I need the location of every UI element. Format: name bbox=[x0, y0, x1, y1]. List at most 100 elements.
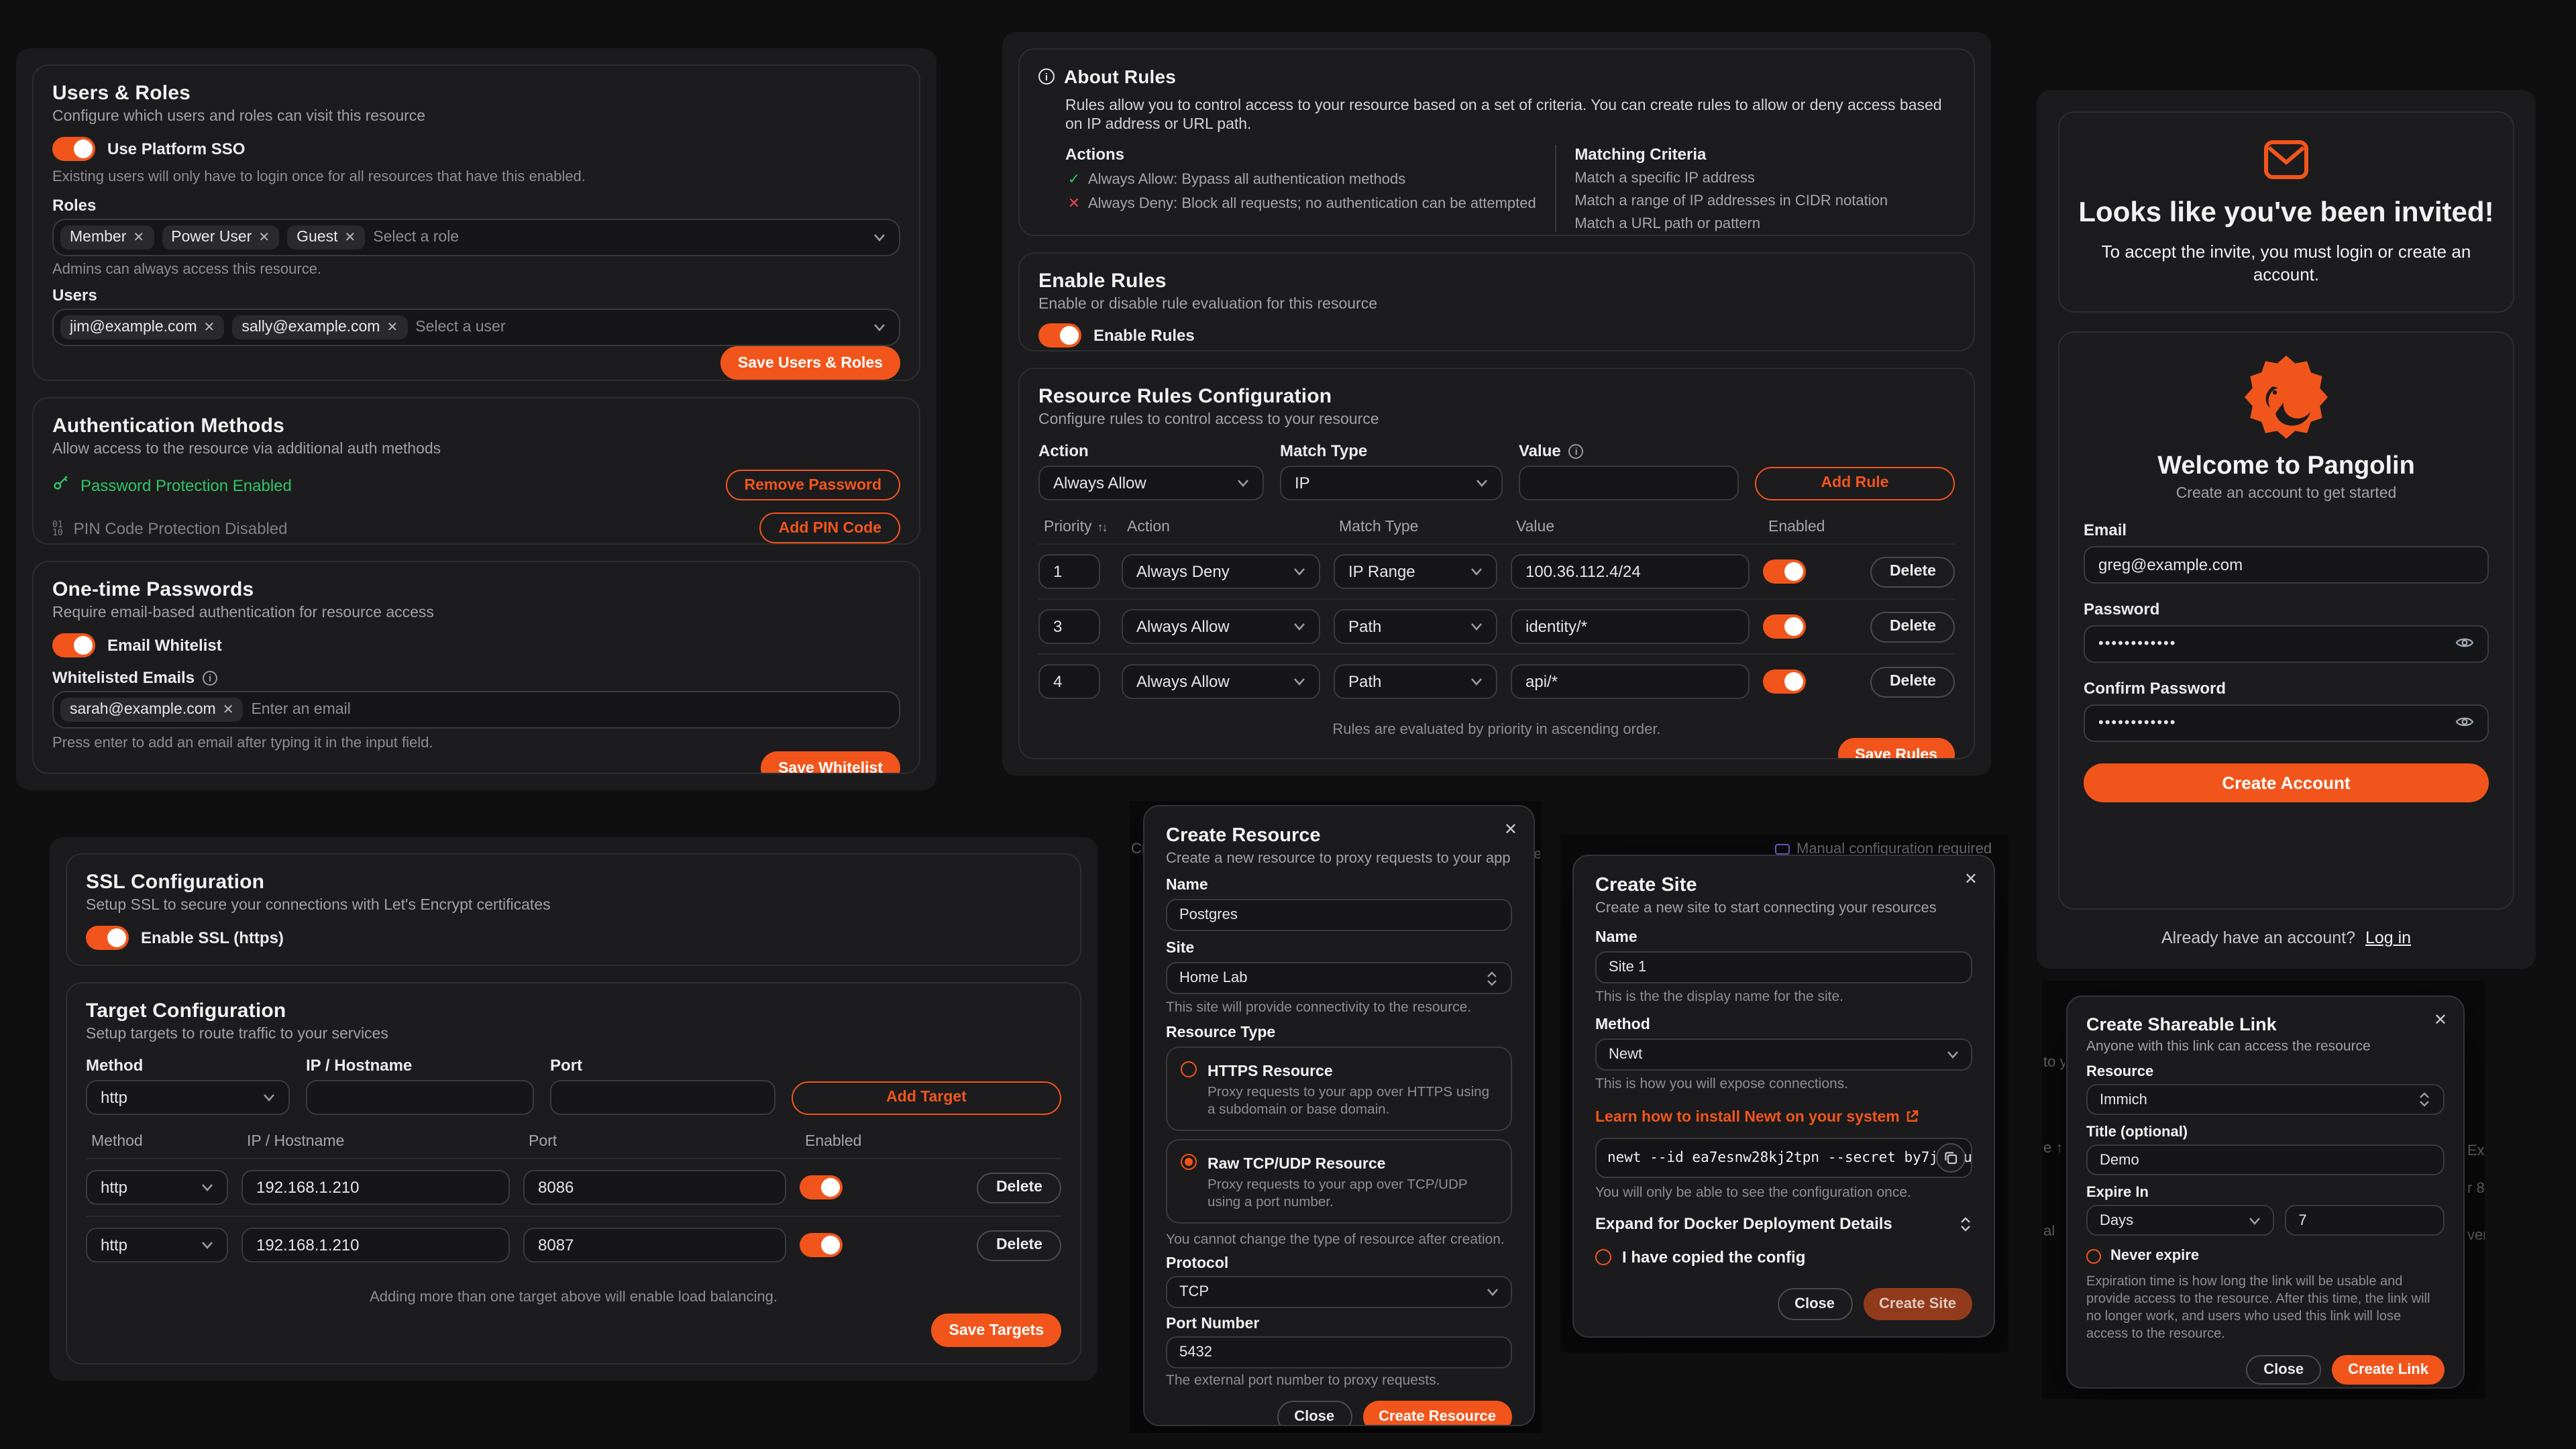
otp-note: Press enter to add an email after typing… bbox=[52, 735, 900, 751]
remove-chip-icon[interactable]: ✕ bbox=[204, 320, 215, 335]
pin-status: PIN Code Protection Disabled bbox=[74, 519, 288, 537]
link-title-input[interactable]: Demo bbox=[2086, 1144, 2445, 1175]
row-ip-input[interactable]: 192.168.1.210 bbox=[241, 1170, 510, 1205]
row-port-input[interactable]: 8086 bbox=[523, 1170, 786, 1205]
row-value-input[interactable]: 100.36.112.4/24 bbox=[1511, 554, 1750, 589]
row-action-select[interactable]: Always Deny bbox=[1122, 554, 1320, 589]
chevron-down-icon bbox=[263, 1093, 275, 1102]
save-rules-button[interactable]: Save Rules bbox=[1837, 738, 1955, 759]
whitelist-email-input[interactable]: sarah@example.com✕ Enter an email bbox=[52, 691, 900, 729]
auth-methods-card: Authentication Methods Allow access to t… bbox=[32, 397, 920, 545]
log-in-link[interactable]: Log in bbox=[2365, 928, 2411, 947]
resource-name-input[interactable]: Postgres bbox=[1166, 899, 1512, 931]
create-site-button[interactable]: Create Site bbox=[1863, 1288, 1972, 1320]
port-number-input[interactable]: 5432 bbox=[1166, 1336, 1512, 1368]
delete-target-button[interactable]: Delete bbox=[977, 1230, 1061, 1260]
remove-password-button[interactable]: Remove Password bbox=[725, 470, 900, 500]
priority-input[interactable]: 3 bbox=[1038, 609, 1100, 644]
signup-title: Welcome to Pangolin bbox=[2084, 452, 2489, 482]
save-whitelist-button[interactable]: Save Whitelist bbox=[761, 751, 900, 774]
protocol-select[interactable]: TCP bbox=[1166, 1276, 1512, 1308]
rule-enabled-toggle[interactable] bbox=[1763, 614, 1806, 639]
row-match-select[interactable]: Path bbox=[1334, 664, 1497, 699]
raw-resource-option[interactable]: Raw TCP/UDP Resource Proxy requests to y… bbox=[1166, 1139, 1512, 1224]
remove-chip-icon[interactable]: ✕ bbox=[344, 230, 356, 245]
target-port-input[interactable] bbox=[550, 1080, 775, 1115]
method-select[interactable]: Newt bbox=[1595, 1038, 1972, 1071]
enable-rules-toggle[interactable] bbox=[1038, 323, 1081, 347]
https-resource-option[interactable]: HTTPS Resource Proxy requests to your ap… bbox=[1166, 1046, 1512, 1131]
add-pin-code-button[interactable]: Add PIN Code bbox=[760, 513, 900, 543]
row-action-select[interactable]: Always Allow bbox=[1122, 609, 1320, 644]
role-chip: Power User✕ bbox=[162, 225, 279, 250]
eye-icon[interactable] bbox=[2455, 635, 2474, 653]
close-button[interactable]: Close bbox=[2246, 1355, 2321, 1385]
expire-unit-select[interactable]: Days bbox=[2086, 1205, 2274, 1236]
target-method-select[interactable]: http bbox=[86, 1080, 290, 1115]
rule-match-select[interactable]: IP bbox=[1280, 466, 1503, 500]
enable-ssl-toggle[interactable] bbox=[86, 926, 129, 950]
close-button[interactable]: Close bbox=[1777, 1288, 1852, 1320]
create-resource-button[interactable]: Create Resource bbox=[1362, 1401, 1512, 1426]
priority-input[interactable]: 4 bbox=[1038, 664, 1100, 699]
row-match-select[interactable]: IP Range bbox=[1334, 554, 1497, 589]
copy-icon[interactable] bbox=[1936, 1143, 1966, 1173]
platform-sso-toggle[interactable] bbox=[52, 137, 95, 161]
rule-action-select[interactable]: Always Allow bbox=[1038, 466, 1264, 500]
delete-rule-button[interactable]: Delete bbox=[1871, 611, 1955, 642]
create-account-button[interactable]: Create Account bbox=[2084, 763, 2489, 802]
site-name-input[interactable]: Site 1 bbox=[1595, 951, 1972, 983]
email-field[interactable]: greg@example.com bbox=[2084, 546, 2489, 584]
email-whitelist-toggle[interactable] bbox=[52, 633, 95, 657]
targets-title: Target Configuration bbox=[86, 1000, 1061, 1022]
site-select[interactable]: Home Lab bbox=[1166, 962, 1512, 994]
chevron-updown-icon[interactable] bbox=[1960, 1216, 1972, 1231]
add-target-button[interactable]: Add Target bbox=[792, 1081, 1061, 1114]
priority-header[interactable]: Priority↑↓ bbox=[1044, 519, 1114, 535]
copied-config-radio[interactable] bbox=[1595, 1249, 1611, 1265]
close-icon[interactable]: ✕ bbox=[1964, 869, 1978, 888]
target-enabled-toggle[interactable] bbox=[800, 1175, 843, 1199]
roles-multiselect[interactable]: Member✕ Power User✕ Guest✕ Select a role bbox=[52, 219, 900, 256]
row-port-input[interactable]: 8087 bbox=[523, 1228, 786, 1263]
target-enabled-toggle[interactable] bbox=[800, 1233, 843, 1257]
users-multiselect[interactable]: jim@example.com✕ sally@example.com✕ Sele… bbox=[52, 309, 900, 346]
priority-input[interactable]: 1 bbox=[1038, 554, 1100, 589]
eye-icon[interactable] bbox=[2455, 714, 2474, 733]
rule-value-input[interactable] bbox=[1519, 466, 1739, 500]
expire-value-input[interactable]: 7 bbox=[2285, 1205, 2445, 1236]
docker-expand-label[interactable]: Expand for Docker Deployment Details bbox=[1595, 1214, 1892, 1233]
newt-command-box[interactable]: newt --id ea7esnw28kj2tpn --secret by7jf… bbox=[1595, 1138, 1972, 1178]
save-users-roles-button[interactable]: Save Users & Roles bbox=[720, 346, 900, 380]
row-value-input[interactable]: identity/* bbox=[1511, 609, 1750, 644]
rule-enabled-toggle[interactable] bbox=[1763, 559, 1806, 584]
row-ip-input[interactable]: 192.168.1.210 bbox=[241, 1228, 510, 1263]
delete-target-button[interactable]: Delete bbox=[977, 1172, 1061, 1203]
create-link-button[interactable]: Create Link bbox=[2332, 1355, 2445, 1385]
delete-rule-button[interactable]: Delete bbox=[1871, 556, 1955, 587]
remove-chip-icon[interactable]: ✕ bbox=[386, 320, 398, 335]
never-expire-radio[interactable] bbox=[2086, 1248, 2101, 1263]
row-method-select[interactable]: http bbox=[86, 1170, 228, 1205]
resource-select[interactable]: Immich bbox=[2086, 1084, 2445, 1115]
add-rule-button[interactable]: Add Rule bbox=[1755, 466, 1955, 500]
row-match-select[interactable]: Path bbox=[1334, 609, 1497, 644]
install-newt-link[interactable]: Learn how to install Newt on your system bbox=[1595, 1109, 1919, 1126]
confirm-password-label: Confirm Password bbox=[2084, 679, 2489, 698]
confirm-password-field[interactable]: •••••••••••• bbox=[2084, 704, 2489, 742]
close-icon[interactable]: ✕ bbox=[1504, 820, 1517, 839]
row-action-select[interactable]: Always Allow bbox=[1122, 664, 1320, 699]
password-field[interactable]: •••••••••••• bbox=[2084, 625, 2489, 663]
criteria-item: Match a specific IP address bbox=[1574, 170, 1955, 186]
rule-enabled-toggle[interactable] bbox=[1763, 669, 1806, 694]
row-method-select[interactable]: http bbox=[86, 1228, 228, 1263]
remove-chip-icon[interactable]: ✕ bbox=[133, 230, 144, 245]
remove-chip-icon[interactable]: ✕ bbox=[223, 702, 234, 717]
row-value-input[interactable]: api/* bbox=[1511, 664, 1750, 699]
close-button[interactable]: Close bbox=[1277, 1401, 1352, 1426]
save-targets-button[interactable]: Save Targets bbox=[932, 1313, 1062, 1347]
close-icon[interactable]: ✕ bbox=[2434, 1010, 2447, 1029]
target-ip-input[interactable] bbox=[306, 1080, 534, 1115]
remove-chip-icon[interactable]: ✕ bbox=[258, 230, 270, 245]
delete-rule-button[interactable]: Delete bbox=[1871, 666, 1955, 697]
